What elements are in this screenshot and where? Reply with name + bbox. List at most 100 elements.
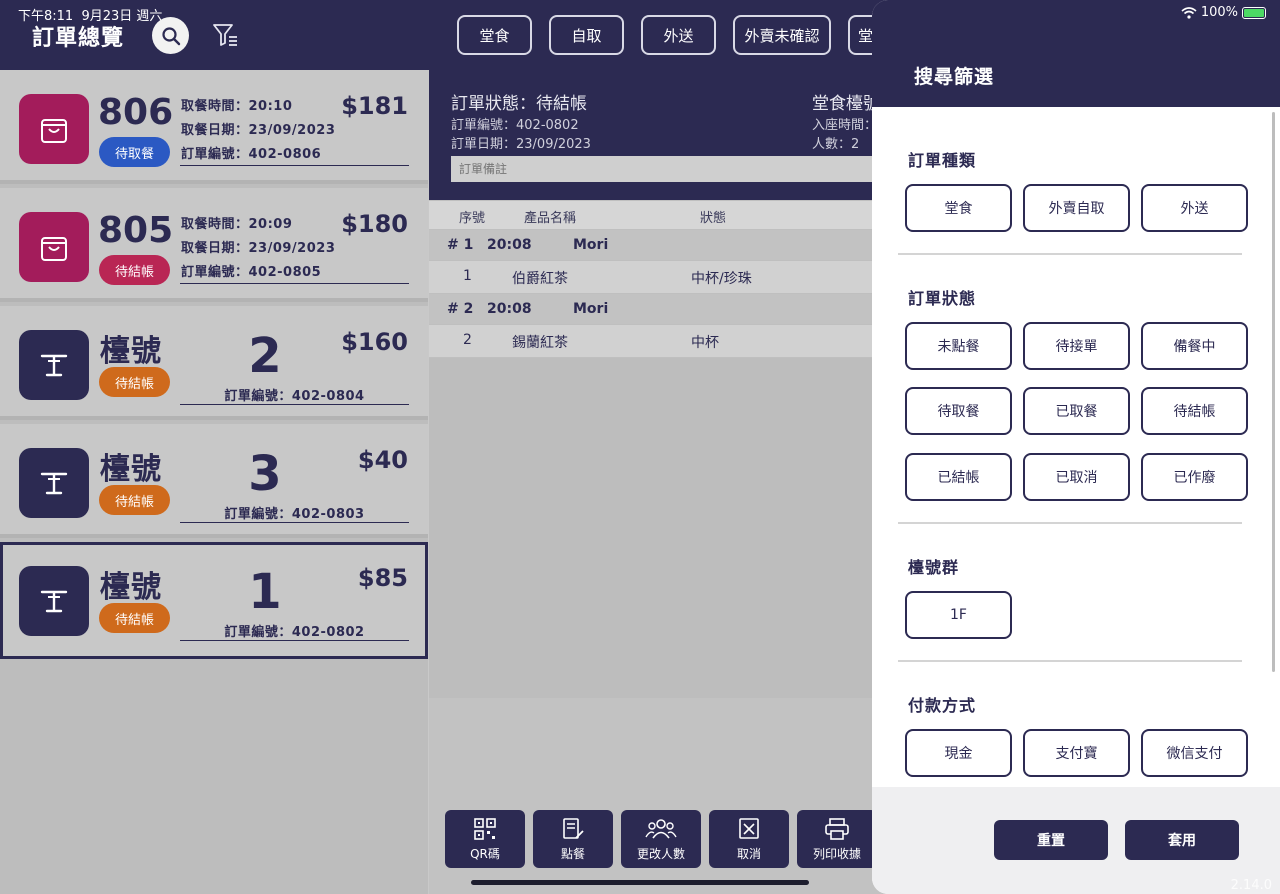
item-name: 伯爵紅茶 (512, 271, 568, 287)
filter-option-checked-out[interactable]: 已結帳 (905, 453, 1012, 501)
filter-button[interactable] (210, 19, 240, 51)
filter-option-pending-accept[interactable]: 待接單 (1023, 322, 1130, 370)
group-staff: Mori (573, 301, 609, 317)
printer-icon (825, 817, 849, 840)
drawer-title: 搜尋篩選 (914, 66, 995, 88)
filter-option-cancelled[interactable]: 已取消 (1023, 453, 1130, 501)
cancel-label: 取消 (736, 846, 761, 861)
table-icon (19, 330, 89, 400)
reset-button[interactable]: 重置 (994, 820, 1108, 860)
item-seq: 2 (463, 332, 472, 348)
order-number: 806 (98, 92, 174, 133)
order-note-input[interactable] (451, 156, 891, 182)
change-people-label: 更改人數 (636, 846, 685, 861)
section-divider (898, 522, 1242, 524)
order-card[interactable]: 805 待結帳 取餐時間：20:09 取餐日期：23/09/2023 訂單編號：… (0, 188, 428, 302)
search-button[interactable] (152, 17, 189, 54)
order-label: 點餐 (560, 846, 585, 861)
filter-option-not-ordered[interactable]: 未點餐 (905, 322, 1012, 370)
table-number: 3 (248, 446, 282, 502)
item-status: 中杯/珍珠 (691, 271, 752, 287)
order-price: $160 (341, 328, 408, 356)
divider (180, 404, 409, 405)
print-receipt-button[interactable]: 列印收據 (797, 810, 877, 868)
qr-code-label: QR碼 (470, 846, 500, 861)
filter-option-alipay[interactable]: 支付寶 (1023, 729, 1130, 777)
filter-option-pending-checkout[interactable]: 待結帳 (1141, 387, 1248, 435)
item-group-row: # 2 20:08 Mori (429, 294, 889, 324)
tab-pickup[interactable]: 自取 (549, 15, 624, 55)
section-divider (898, 660, 1242, 662)
order-card[interactable]: 檯號 待結帳 3 訂單編號：402-0803 $40 (0, 424, 428, 538)
tab-delivery[interactable]: 外送 (641, 15, 716, 55)
divider (180, 283, 409, 284)
items-table-header: 序號 產品名稱 狀態 (429, 201, 889, 229)
status-badge: 待結帳 (99, 367, 170, 397)
order-price: $85 (357, 564, 408, 592)
filter-option-pending-pickup[interactable]: 待取餐 (905, 387, 1012, 435)
item-group-row: # 1 20:08 Mori (429, 230, 889, 260)
drawer-body: 訂單種類 堂食 外賣自取 外送 訂單狀態 未點餐 待接單 備餐中 待取餐 已取餐… (872, 107, 1280, 787)
status-badge: 待取餐 (99, 137, 170, 167)
filter-drawer: 搜尋篩選 訂單種類 堂食 外賣自取 外送 訂單狀態 未點餐 待接單 備餐中 待取… (872, 0, 1280, 894)
battery-icon (1242, 6, 1266, 19)
detail-order-no: 訂單編號：402-0802 (451, 118, 579, 133)
order-price: $180 (341, 210, 408, 238)
filter-option-dine-in[interactable]: 堂食 (905, 184, 1012, 232)
item-name: 錫蘭紅茶 (512, 335, 568, 351)
order-no: 訂單編號：402-0804 (224, 389, 365, 404)
table-icon (19, 566, 89, 636)
order-no: 訂單編號：402-0803 (224, 507, 365, 522)
order-no: 訂單編號：402-0806 (181, 147, 322, 162)
status-badge: 待結帳 (99, 255, 170, 285)
takeout-bag-icon (19, 94, 89, 164)
column-header: 產品名稱 (524, 211, 577, 226)
table-number: 2 (248, 328, 282, 384)
table-label: 檯號 (100, 570, 162, 605)
filter-option-delivery[interactable]: 外送 (1141, 184, 1248, 232)
detail-table-title: 堂食檯號 (812, 94, 880, 114)
page-title: 訂單總覽 (32, 26, 125, 51)
filter-option-1f[interactable]: 1F (905, 591, 1012, 639)
order-number: 805 (98, 210, 174, 251)
filter-option-takeout-pickup[interactable]: 外賣自取 (1023, 184, 1130, 232)
filter-option-picked-up[interactable]: 已取餐 (1023, 387, 1130, 435)
cancel-button[interactable]: 取消 (709, 810, 789, 868)
pickup-time: 取餐時間：20:10 (181, 99, 293, 114)
order-card[interactable]: 檯號 待結帳 2 訂單編號：402-0804 $160 (0, 306, 428, 420)
detail-order-date: 訂單日期：23/09/2023 (451, 137, 591, 152)
apply-button[interactable]: 套用 (1125, 820, 1239, 860)
order-no: 訂單編號：402-0805 (181, 265, 322, 280)
tab-unconfirmed-delivery[interactable]: 外賣未確認 (733, 15, 831, 55)
pickup-date: 取餐日期：23/09/2023 (181, 123, 336, 138)
pickup-date: 取餐日期：23/09/2023 (181, 241, 336, 256)
qr-code-button[interactable]: QR碼 (445, 810, 525, 868)
table-row[interactable]: 2 錫蘭紅茶 中杯 (429, 325, 889, 357)
takeout-bag-icon (19, 212, 89, 282)
divider (180, 522, 409, 523)
filter-option-wechat-pay[interactable]: 微信支付 (1141, 729, 1248, 777)
home-indicator (471, 880, 809, 885)
table-row[interactable]: 1 伯爵紅茶 中杯/珍珠 (429, 261, 889, 293)
column-header: 狀態 (700, 211, 727, 226)
order-card[interactable]: 806 待取餐 取餐時間：20:10 取餐日期：23/09/2023 訂單編號：… (0, 70, 428, 184)
tab-dine-in[interactable]: 堂食 (457, 15, 532, 55)
column-header: 序號 (459, 211, 486, 226)
filter-option-preparing[interactable]: 備餐中 (1141, 322, 1248, 370)
status-badge: 待結帳 (99, 485, 170, 515)
order-list: 806 待取餐 取餐時間：20:10 取餐日期：23/09/2023 訂單編號：… (0, 70, 428, 894)
order-button[interactable]: 點餐 (533, 810, 613, 868)
detail-seat-time: 入座時間： (812, 118, 878, 133)
filter-option-cash[interactable]: 現金 (905, 729, 1012, 777)
drawer-footer: 重置 套用 (872, 787, 1280, 894)
order-card-selected[interactable]: 檯號 待結帳 1 訂單編號：402-0802 $85 (0, 542, 428, 659)
filter-option-voided[interactable]: 已作廢 (1141, 453, 1248, 501)
section-title-order-type: 訂單種類 (908, 151, 977, 170)
section-title-table-group: 檯號群 (908, 558, 960, 577)
people-icon (645, 818, 677, 838)
scrollbar[interactable] (1272, 112, 1275, 672)
change-people-button[interactable]: 更改人數 (621, 810, 701, 868)
status-badge: 待結帳 (99, 603, 170, 633)
qr-code-icon (474, 817, 496, 840)
status-indicators: 100% (1181, 5, 1266, 20)
